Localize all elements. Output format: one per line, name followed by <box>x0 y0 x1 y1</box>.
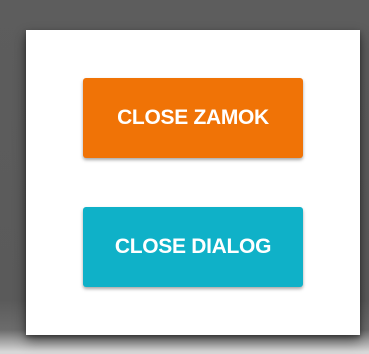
close-dialog-button[interactable]: CLOSE DIALOG <box>83 207 303 287</box>
dialog: CLOSE ZAMOK CLOSE DIALOG <box>26 30 360 335</box>
close-zamok-button[interactable]: CLOSE ZAMOK <box>83 78 303 158</box>
